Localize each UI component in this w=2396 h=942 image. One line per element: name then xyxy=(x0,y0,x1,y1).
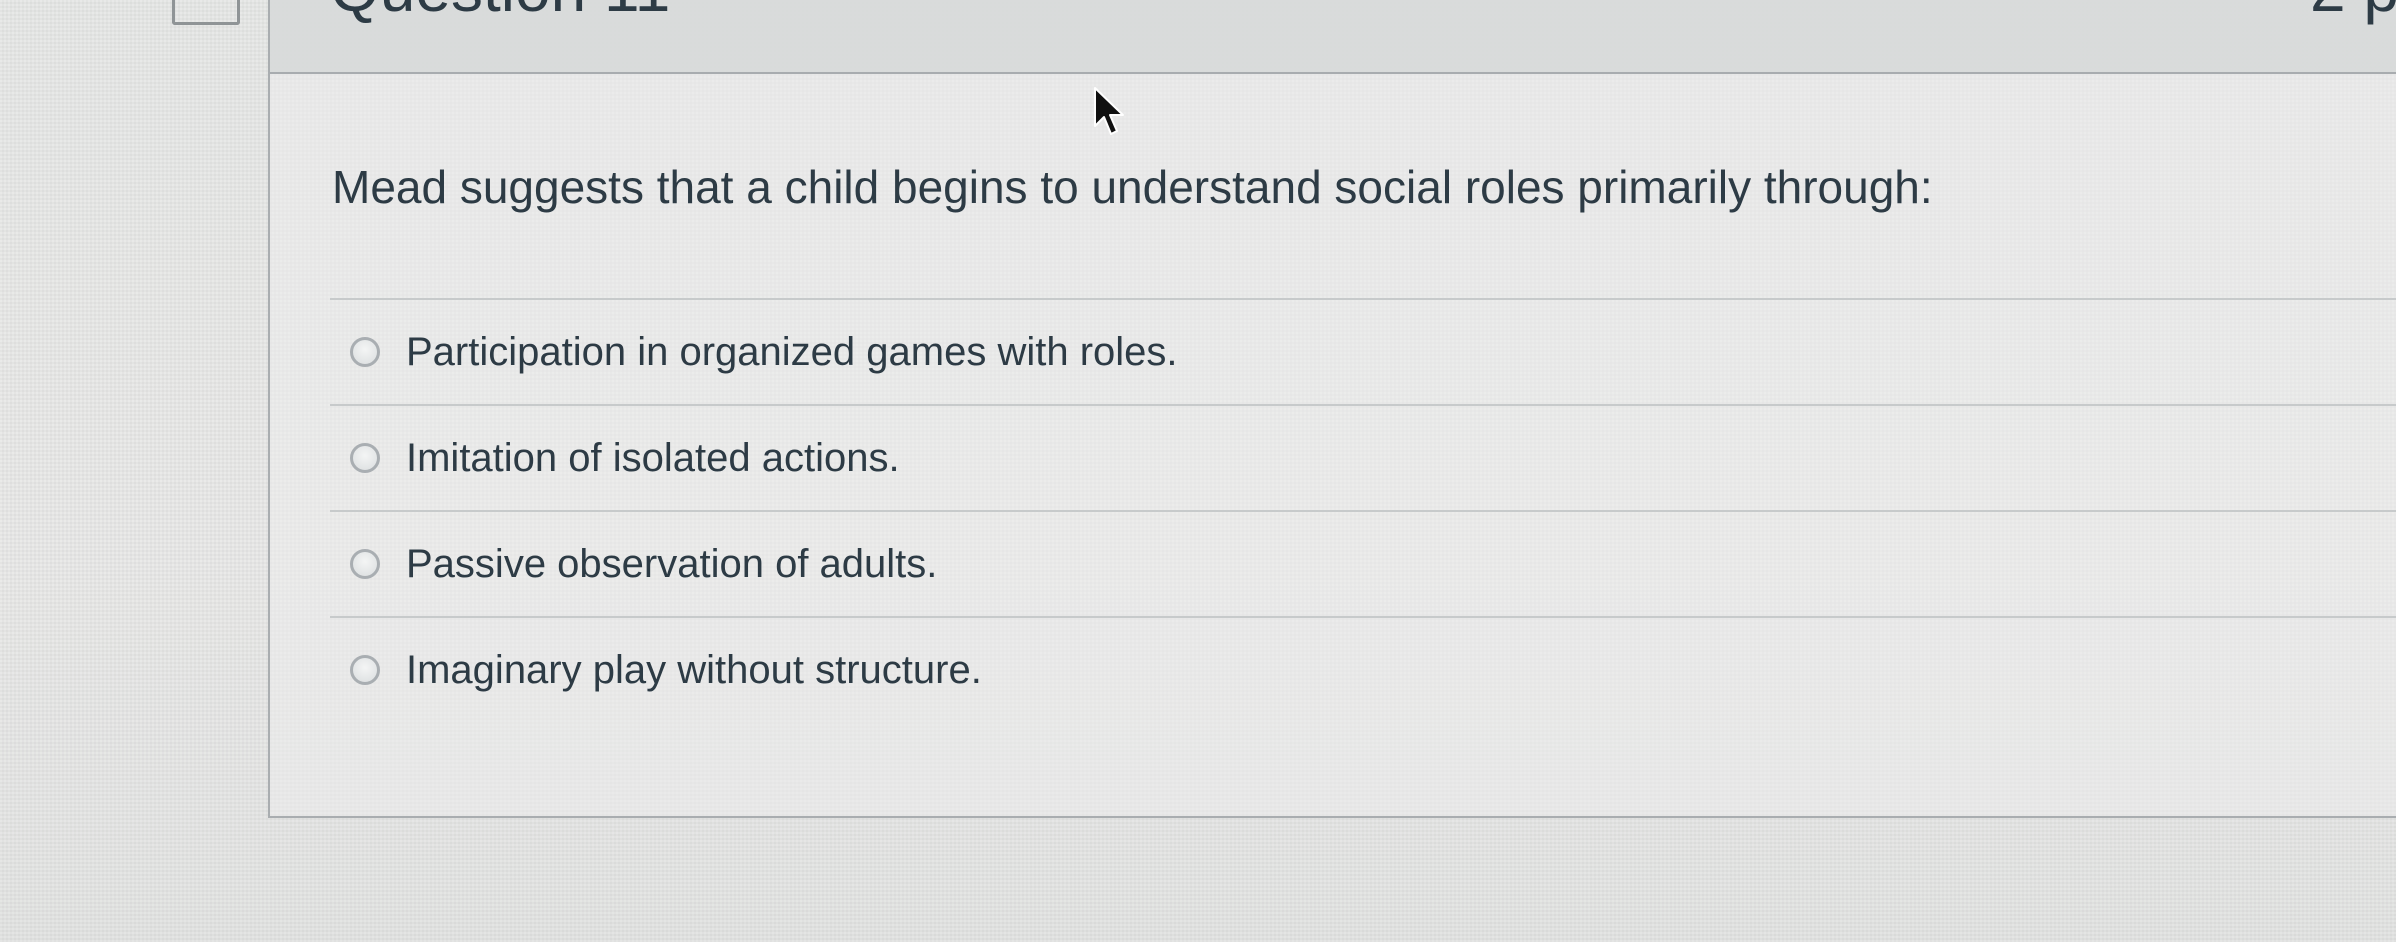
answer-option-3[interactable]: Passive observation of adults. xyxy=(330,512,2396,618)
radio-button-icon[interactable] xyxy=(350,549,380,579)
question-header: Question 11 2 p xyxy=(270,0,2396,74)
answer-label: Passive observation of adults. xyxy=(406,541,938,586)
answer-option-4[interactable]: Imaginary play without structure. xyxy=(330,618,2396,722)
radio-button-icon[interactable] xyxy=(350,655,380,685)
answer-option-1[interactable]: Participation in organized games with ro… xyxy=(330,300,2396,406)
question-text: Mead suggests that a child begins to und… xyxy=(332,161,1933,213)
answer-label: Imitation of isolated actions. xyxy=(406,435,900,480)
question-title: Question 11 xyxy=(330,0,670,26)
quiz-screen: Question 11 2 p Mead suggests that a chi… xyxy=(0,0,2396,942)
answer-option-2[interactable]: Imitation of isolated actions. xyxy=(330,406,2396,512)
question-points: 2 p xyxy=(2310,0,2396,26)
radio-button-icon[interactable] xyxy=(350,337,380,367)
answer-label: Participation in organized games with ro… xyxy=(406,329,1178,374)
answer-label: Imaginary play without structure. xyxy=(406,647,982,692)
radio-button-icon[interactable] xyxy=(350,443,380,473)
bookmark-icon[interactable] xyxy=(172,0,240,25)
answer-list: Participation in organized games with ro… xyxy=(330,298,2396,722)
question-card: Question 11 2 p Mead suggests that a chi… xyxy=(268,0,2396,818)
mouse-pointer-icon xyxy=(1094,87,1124,135)
